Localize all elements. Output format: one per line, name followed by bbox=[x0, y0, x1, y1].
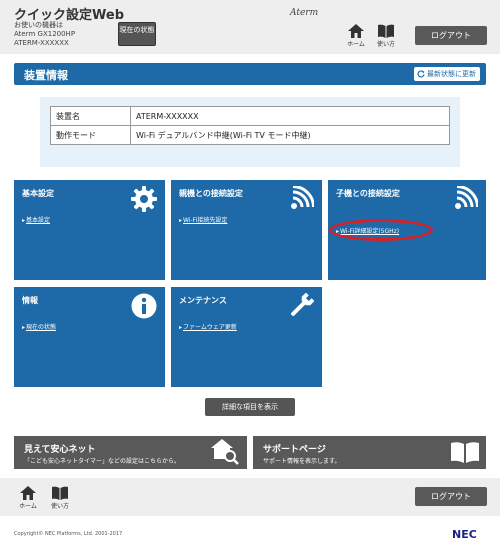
tile-parent-connection: 親機との接続設定 Wi-Fi接続先設定 bbox=[171, 180, 322, 280]
info-icon bbox=[131, 293, 157, 319]
promo-support-title: サポートページ bbox=[263, 445, 326, 455]
wrench-icon bbox=[291, 293, 314, 316]
show-details-button[interactable]: 詳細な項目を表示 bbox=[205, 398, 295, 416]
refresh-button[interactable]: 最新状態に更新 bbox=[414, 67, 480, 81]
operation-mode-key: 動作モード bbox=[50, 125, 131, 145]
home-button[interactable]: ホーム bbox=[344, 24, 368, 48]
book-icon bbox=[378, 24, 394, 38]
brand-logo: Aterm bbox=[290, 8, 319, 18]
header: クイック設定Web お使いの機器は Aterm GX1200HP ATERM-X… bbox=[0, 0, 500, 54]
tile-parent-title: 親機との接続設定 bbox=[179, 189, 243, 198]
book-icon bbox=[52, 486, 68, 500]
tile-maintenance: メンテナンス ファームウェア更新 bbox=[171, 287, 322, 387]
help-button[interactable]: 使い方 bbox=[374, 24, 398, 48]
copyright: Copyright© NEC Platforms, Ltd. 2001-2017 bbox=[14, 531, 123, 537]
promo-safety-title: 見えて安心ネット bbox=[24, 445, 96, 455]
device-label: お使いの機器は bbox=[14, 21, 63, 29]
wifi-icon bbox=[291, 186, 314, 209]
refresh-label: 最新状態に更新 bbox=[427, 70, 476, 78]
wifi-icon bbox=[455, 186, 478, 209]
device-id: ATERM-XXXXXX bbox=[14, 39, 69, 47]
footer-help-button[interactable]: 使い方 bbox=[48, 486, 72, 510]
home-label: ホーム bbox=[347, 41, 365, 48]
logout-button[interactable]: ログアウト bbox=[415, 26, 487, 45]
device-info-panel: 装置名 ATERM-XXXXXX 動作モード Wi-Fi デュアルバンド中継(W… bbox=[40, 97, 460, 167]
tile-information: 情報 現在の状態 bbox=[14, 287, 165, 387]
link-current-status[interactable]: 現在の状態 bbox=[22, 322, 56, 331]
link-firmware-update[interactable]: ファームウェア更新 bbox=[179, 322, 237, 331]
home-search-icon bbox=[211, 439, 239, 465]
home-icon bbox=[20, 486, 36, 500]
link-wifi-connection[interactable]: Wi-Fi接続先設定 bbox=[179, 215, 227, 224]
tile-maintenance-title: メンテナンス bbox=[179, 296, 227, 305]
footer-home-button[interactable]: ホーム bbox=[16, 486, 40, 510]
promo-safety-desc: 「こども安心ネットタイマー」などの設定はこちらから。 bbox=[24, 458, 181, 465]
device-name-value: ATERM-XXXXXX bbox=[130, 106, 450, 126]
home-icon bbox=[348, 24, 364, 38]
device-info-title: 装置情報 bbox=[24, 69, 68, 82]
table-row: 動作モード Wi-Fi デュアルバンド中継(Wi-Fi TV モード中継) bbox=[50, 125, 450, 145]
promo-safety-net[interactable]: 見えて安心ネット 「こども安心ネットタイマー」などの設定はこちらから。 bbox=[14, 436, 247, 469]
book-icon bbox=[451, 442, 479, 463]
footer-home-label: ホーム bbox=[19, 503, 37, 510]
promo-support-page[interactable]: サポートページ サポート情報を表示します。 bbox=[253, 436, 486, 469]
footer-logout-button[interactable]: ログアウト bbox=[415, 487, 487, 506]
tile-info-title: 情報 bbox=[22, 296, 38, 305]
nec-logo: NEC bbox=[452, 528, 477, 541]
highlight-ellipse bbox=[329, 219, 433, 241]
device-name-key: 装置名 bbox=[50, 106, 131, 126]
refresh-icon bbox=[417, 70, 425, 78]
current-status-button[interactable]: 現在の状態 bbox=[118, 22, 156, 46]
footer: ホーム 使い方 ログアウト bbox=[0, 478, 500, 516]
footer-help-label: 使い方 bbox=[50, 503, 69, 510]
table-row: 装置名 ATERM-XXXXXX bbox=[50, 106, 450, 126]
device-model: Aterm GX1200HP bbox=[14, 30, 76, 38]
promo-support-desc: サポート情報を表示します。 bbox=[263, 458, 341, 465]
device-info-bar: 装置情報 最新状態に更新 bbox=[14, 63, 486, 85]
tile-child-title: 子機との接続設定 bbox=[336, 189, 400, 198]
device-info-table: 装置名 ATERM-XXXXXX 動作モード Wi-Fi デュアルバンド中継(W… bbox=[50, 106, 450, 145]
tile-basic-settings: 基本設定 基本設定 bbox=[14, 180, 165, 280]
gear-icon bbox=[131, 186, 157, 212]
operation-mode-value: Wi-Fi デュアルバンド中継(Wi-Fi TV モード中継) bbox=[130, 125, 450, 145]
link-basic-settings[interactable]: 基本設定 bbox=[22, 215, 50, 224]
tile-basic-title: 基本設定 bbox=[22, 189, 54, 198]
help-label: 使い方 bbox=[376, 41, 395, 48]
